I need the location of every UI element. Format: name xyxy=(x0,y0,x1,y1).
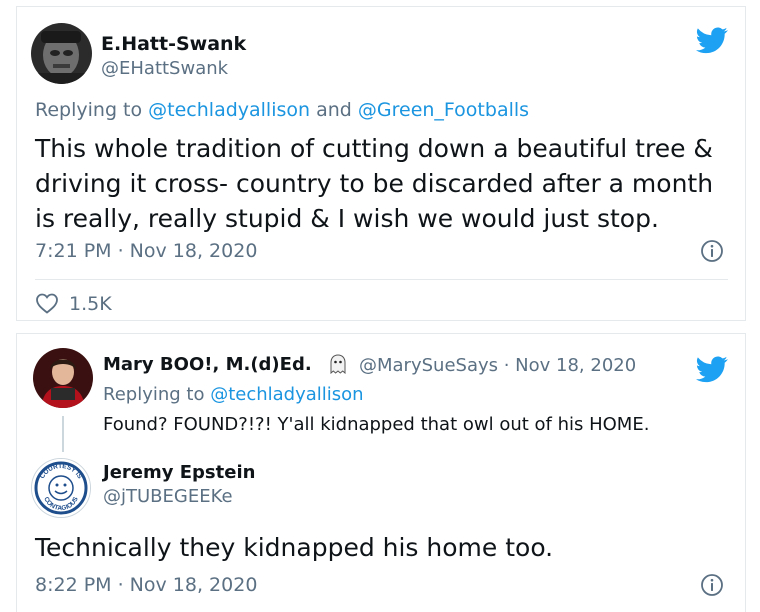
info-icon[interactable] xyxy=(700,573,724,601)
tweet-card-2: Mary BOO!, M.(d)Ed. @MarySueSays · Nov 1… xyxy=(16,333,746,612)
twitter-bird-icon[interactable] xyxy=(696,356,728,387)
tweet-text-line: This whole tradition of cutting down a b… xyxy=(35,134,713,163)
reply-mention-link[interactable]: @techladyallison xyxy=(148,99,310,121)
tweet-text-line: is really, really stupid & I wish we wou… xyxy=(35,204,659,233)
replying-to: Replying to @techladyallison xyxy=(103,384,364,405)
avatar[interactable] xyxy=(33,348,93,408)
twitter-bird-icon[interactable] xyxy=(696,27,728,58)
display-name[interactable]: Jeremy Epstein xyxy=(103,462,255,483)
tweet-card-1: E.Hatt-Swank @EHattSwank Replying to @te… xyxy=(16,6,746,321)
user-handle[interactable]: @EHattSwank xyxy=(101,58,228,79)
ghost-icon xyxy=(329,354,347,378)
tweet-timestamp[interactable]: 7:21 PM · Nov 18, 2020 xyxy=(35,240,257,262)
replying-and: and xyxy=(310,99,358,121)
quoted-tweet-text: Found? FOUND?!?! Y'all kidnapped that ow… xyxy=(103,414,650,435)
tweet-timestamp[interactable]: 8:22 PM · Nov 18, 2020 xyxy=(35,574,257,596)
heart-icon[interactable] xyxy=(35,292,59,318)
tweet-text-line: driving it cross- country to be discarde… xyxy=(35,169,714,198)
replying-prefix: Replying to xyxy=(103,384,211,405)
replying-prefix: Replying to xyxy=(35,99,149,121)
reply-mention-link[interactable]: @techladyallison xyxy=(210,384,363,405)
thread-line xyxy=(62,416,64,452)
tweet-text: This whole tradition of cutting down a b… xyxy=(35,131,735,236)
user-handle[interactable]: @jTUBEGEEKe xyxy=(103,486,233,507)
replying-to: Replying to @techladyallison and @Green_… xyxy=(35,99,529,121)
divider xyxy=(35,279,728,280)
avatar[interactable]: COURTESY IS CONTAGIOUS xyxy=(31,458,91,518)
display-name[interactable]: E.Hatt-Swank xyxy=(101,33,246,55)
like-count[interactable]: 1.5K xyxy=(69,293,112,315)
user-handle-date[interactable]: @MarySueSays · Nov 18, 2020 xyxy=(359,355,636,376)
info-icon[interactable] xyxy=(700,239,724,267)
avatar[interactable] xyxy=(31,23,92,84)
reply-mention-link[interactable]: @Green_Footballs xyxy=(358,99,529,121)
tweet-text: Technically they kidnapped his home too. xyxy=(35,533,554,562)
display-name[interactable]: Mary BOO!, M.(d)Ed. xyxy=(103,354,312,375)
